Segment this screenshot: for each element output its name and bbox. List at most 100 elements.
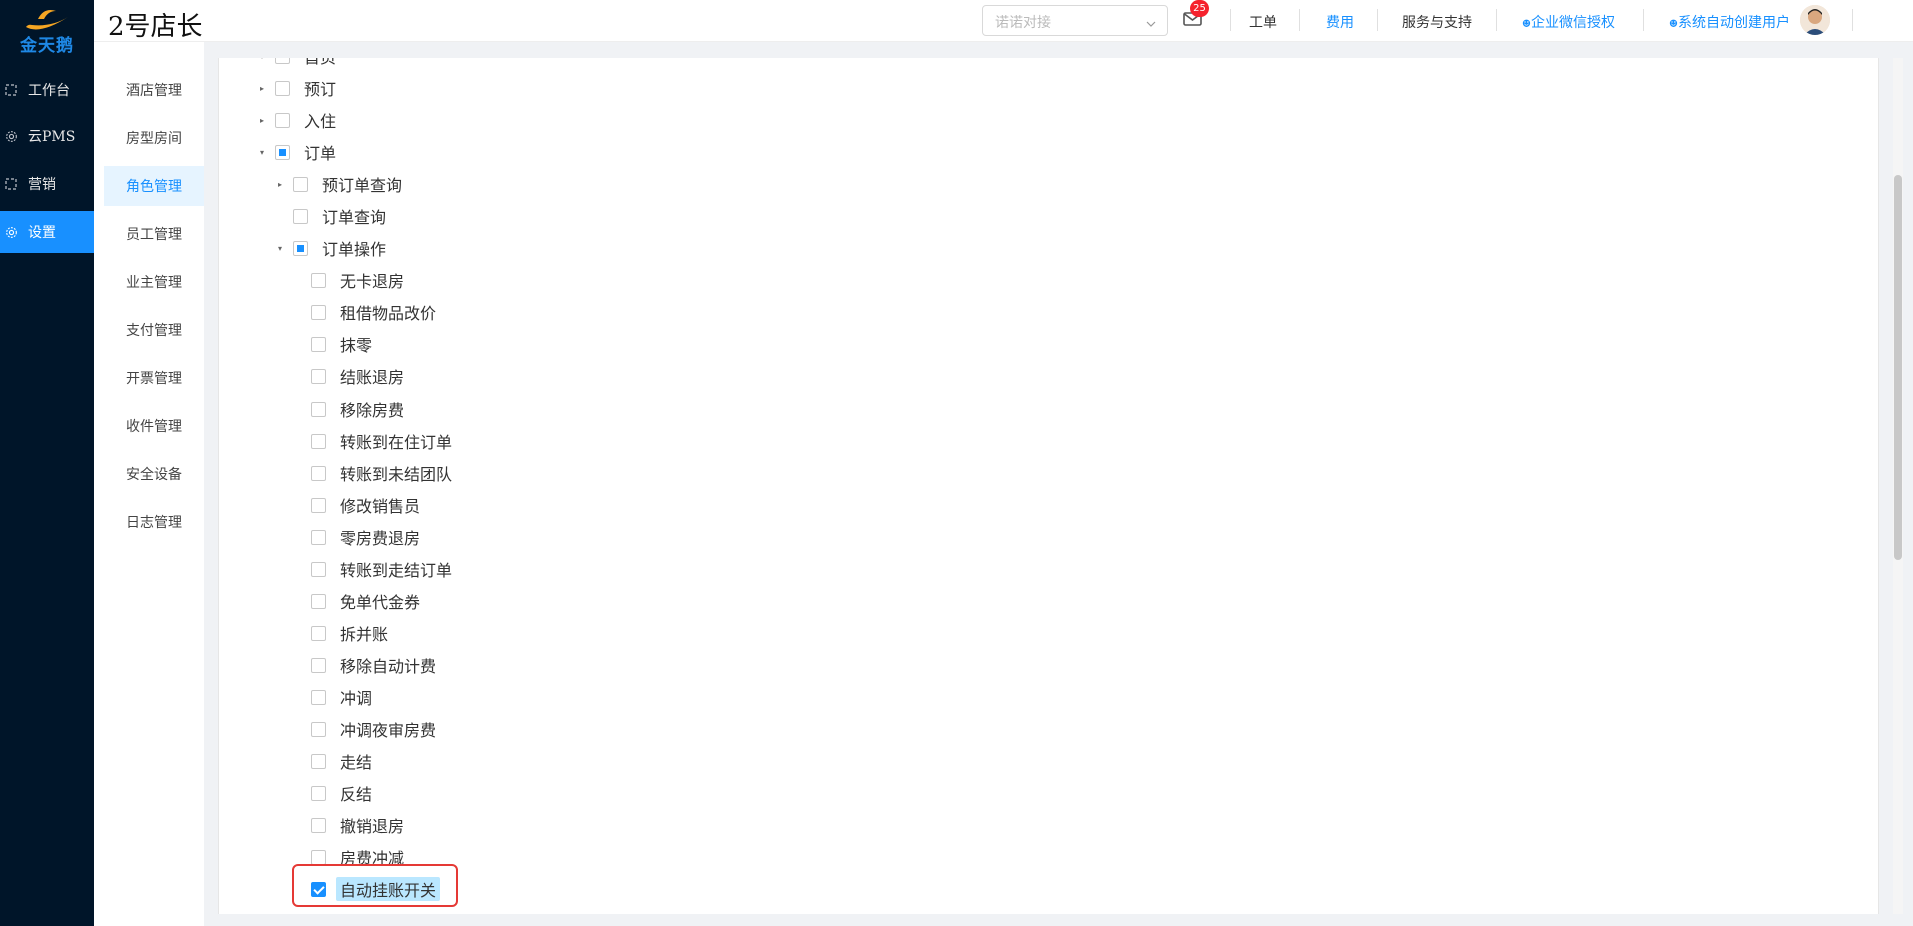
tree-node-label[interactable]: 反结 bbox=[336, 781, 376, 805]
tree-node-label[interactable]: 移除房费 bbox=[336, 397, 408, 421]
tree-node[interactable]: 冲调 bbox=[293, 685, 376, 709]
tree-node-label[interactable]: 修改销售员 bbox=[336, 493, 424, 517]
tree-checkbox[interactable] bbox=[311, 529, 326, 545]
tree-node-label[interactable]: 订单 bbox=[300, 140, 340, 164]
brand-logo[interactable]: 金天鹅 bbox=[0, 0, 94, 60]
tree-node-label[interactable]: 预订单查询 bbox=[318, 172, 406, 196]
submenu-item[interactable]: 支付管理 bbox=[104, 310, 204, 350]
submenu-item[interactable]: 酒店管理 bbox=[104, 70, 204, 110]
tree-node-label[interactable]: 转账到走结订单 bbox=[336, 557, 456, 581]
avatar[interactable] bbox=[1800, 5, 1830, 35]
caret-right-icon[interactable]: ▸ bbox=[257, 83, 267, 93]
caret-right-icon[interactable]: ▸ bbox=[257, 115, 267, 125]
tree-node[interactable]: 反结 bbox=[293, 781, 376, 805]
tree-node-label[interactable]: 转账到在住订单 bbox=[336, 429, 456, 453]
vertical-scrollbar[interactable] bbox=[1893, 58, 1903, 914]
tree-node-label[interactable]: 入住 bbox=[300, 108, 340, 132]
tree-node[interactable]: 转账到在住订单 bbox=[293, 429, 456, 453]
tree-node-label[interactable]: 抹零 bbox=[336, 332, 376, 356]
tree-checkbox[interactable] bbox=[293, 176, 308, 192]
tree-checkbox[interactable] bbox=[311, 625, 326, 641]
tree-checkbox[interactable] bbox=[311, 433, 326, 449]
tree-checkbox[interactable] bbox=[311, 336, 326, 352]
tree-checkbox[interactable] bbox=[275, 112, 290, 128]
caret-down-icon[interactable]: ▾ bbox=[257, 58, 267, 61]
tree-checkbox[interactable] bbox=[311, 657, 326, 673]
user-menu-link[interactable]: ☻系统自动创建用户 bbox=[1669, 12, 1790, 32]
tree-node[interactable]: ▾ 订单操作 bbox=[275, 236, 390, 260]
submenu-item[interactable]: 收件管理 bbox=[104, 406, 204, 446]
tree-node[interactable]: 冲调夜审房费 bbox=[293, 717, 440, 741]
tree-node-label[interactable]: 无卡退房 bbox=[336, 268, 408, 292]
tree-node[interactable]: 转账到未结团队 bbox=[293, 461, 456, 485]
tree-node-label[interactable]: 走结 bbox=[336, 749, 376, 773]
tree-node-label[interactable]: 租借物品改价 bbox=[336, 300, 440, 324]
tree-node[interactable]: 租借物品改价 bbox=[293, 300, 440, 324]
tree-node-label[interactable]: 免单代金券 bbox=[336, 589, 424, 613]
tree-node[interactable]: 撤销退房 bbox=[293, 813, 408, 837]
integration-select[interactable]: 诺诺对接 bbox=[982, 5, 1168, 36]
tree-node[interactable]: 移除自动计费 bbox=[293, 653, 440, 677]
tree-node[interactable]: ▾ 首页 bbox=[257, 58, 340, 68]
tree-node[interactable]: 移除房费 bbox=[293, 397, 408, 421]
caret-right-icon[interactable]: ▸ bbox=[275, 179, 285, 189]
tree-node-label[interactable]: 订单查询 bbox=[318, 204, 390, 228]
tree-node-label[interactable]: 预订 bbox=[300, 76, 340, 100]
tree-node[interactable]: 拆并账 bbox=[293, 621, 392, 645]
submenu-item[interactable]: 员工管理 bbox=[104, 214, 204, 254]
tree-node[interactable]: 抹零 bbox=[293, 332, 376, 356]
submenu-item[interactable]: 业主管理 bbox=[104, 262, 204, 302]
tree-node[interactable]: ▸ 预订单查询 bbox=[275, 172, 406, 196]
tree-node[interactable]: 团队管理 bbox=[275, 909, 390, 914]
tree-node[interactable]: 无卡退房 bbox=[293, 268, 408, 292]
tree-node-label[interactable]: 拆并账 bbox=[336, 621, 392, 645]
submenu-item[interactable]: 房型房间 bbox=[104, 118, 204, 158]
submenu-item[interactable]: 安全设备 bbox=[104, 454, 204, 494]
tree-node[interactable]: ▾ 订单 bbox=[257, 140, 340, 164]
tree-checkbox[interactable] bbox=[311, 721, 326, 737]
tree-checkbox[interactable] bbox=[293, 208, 308, 224]
tree-node-label[interactable]: 订单操作 bbox=[318, 236, 390, 260]
tree-checkbox[interactable] bbox=[311, 368, 326, 384]
tree-checkbox[interactable] bbox=[311, 304, 326, 320]
tree-node[interactable]: 零房费退房 bbox=[293, 525, 424, 549]
submenu-item[interactable]: 开票管理 bbox=[104, 358, 204, 398]
tree-node-label[interactable]: 转账到未结团队 bbox=[336, 461, 456, 485]
caret-down-icon[interactable]: ▾ bbox=[257, 147, 267, 157]
tree-checkbox[interactable] bbox=[311, 561, 326, 577]
nav-item-1[interactable]: 云PMS bbox=[0, 115, 94, 157]
tree-node-label[interactable]: 冲调夜审房费 bbox=[336, 717, 440, 741]
tree-node[interactable]: 走结 bbox=[293, 749, 376, 773]
submenu-item[interactable]: 角色管理 bbox=[104, 166, 204, 206]
tree-checkbox[interactable] bbox=[311, 497, 326, 513]
tree-checkbox[interactable] bbox=[311, 689, 326, 705]
tree-node-label[interactable]: 冲调 bbox=[336, 685, 376, 709]
tree-node-label[interactable]: 零房费退房 bbox=[336, 525, 424, 549]
tree-node-label[interactable]: 撤销退房 bbox=[336, 813, 408, 837]
tree-node[interactable]: ▸ 预订 bbox=[257, 76, 340, 100]
tree-checkbox[interactable] bbox=[311, 465, 326, 481]
caret-down-icon[interactable]: ▾ bbox=[275, 243, 285, 253]
tree-checkbox[interactable] bbox=[275, 80, 290, 96]
tree-node[interactable]: 修改销售员 bbox=[293, 493, 424, 517]
service-support-link[interactable]: 服务与支持 bbox=[1402, 12, 1472, 32]
tree-checkbox[interactable] bbox=[311, 401, 326, 417]
scrollbar-thumb[interactable] bbox=[1894, 175, 1902, 560]
tree-checkbox[interactable] bbox=[311, 272, 326, 288]
nav-item-2[interactable]: 营销 bbox=[0, 163, 94, 205]
tree-checkbox[interactable] bbox=[311, 817, 326, 833]
tree-node[interactable]: ▸ 入住 bbox=[257, 108, 340, 132]
tree-checkbox[interactable] bbox=[311, 785, 326, 801]
tree-node[interactable]: 订单查询 bbox=[275, 204, 390, 228]
tree-node-label[interactable]: 移除自动计费 bbox=[336, 653, 440, 677]
tree-checkbox[interactable] bbox=[293, 913, 308, 914]
tree-node-label[interactable]: 团队管理 bbox=[318, 909, 390, 914]
tree-checkbox[interactable] bbox=[311, 593, 326, 609]
nav-item-3[interactable]: 设置 bbox=[0, 211, 94, 253]
tree-checkbox[interactable] bbox=[275, 144, 290, 160]
fees-link[interactable]: 费用 bbox=[1326, 12, 1354, 32]
nav-item-0[interactable]: 工作台 bbox=[0, 69, 94, 111]
submenu-item[interactable]: 日志管理 bbox=[104, 502, 204, 542]
tree-checkbox[interactable] bbox=[293, 240, 308, 256]
tree-node-label[interactable]: 结账退房 bbox=[336, 364, 408, 388]
